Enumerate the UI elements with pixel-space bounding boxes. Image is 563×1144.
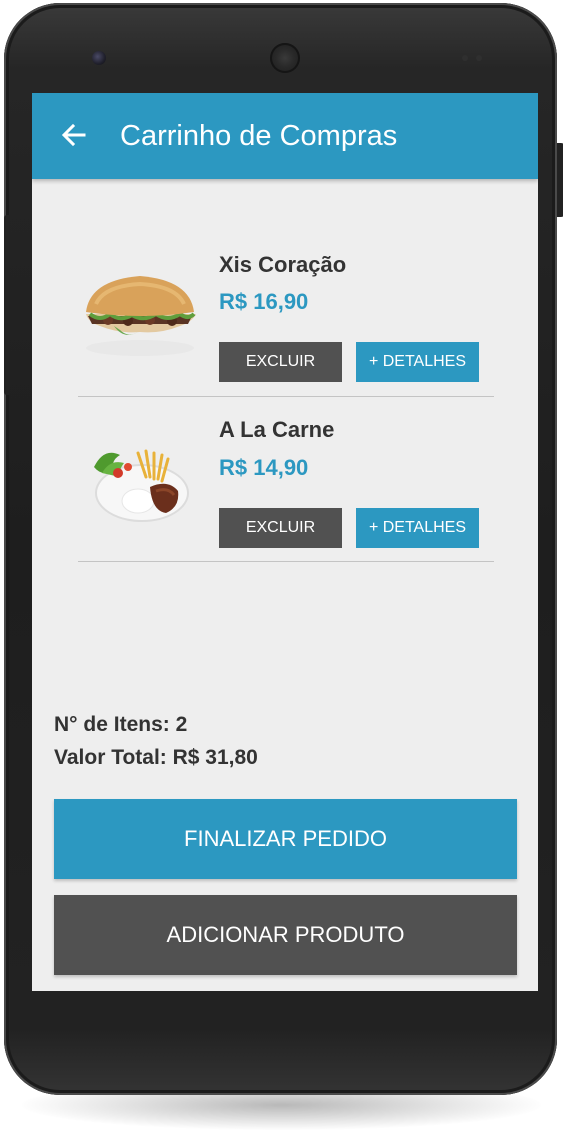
items-count: N° de Itens: 2 — [54, 713, 188, 736]
burger-image — [86, 276, 196, 356]
checkout-button[interactable]: FINALIZAR PEDIDO — [54, 799, 517, 879]
cart-item: A La Carne R$ 14,90 EXCLUIR + DETALHES — [78, 397, 494, 562]
page-title: Carrinho de Compras — [120, 120, 398, 152]
sensor-icon — [462, 55, 468, 61]
app-screen: Carrinho de Compras Xis Coração R$ 16,90… — [32, 93, 538, 991]
phone-frame: Carrinho de Compras Xis Coração R$ 16,90… — [4, 3, 563, 1095]
item-details-button[interactable]: + DETALHES — [356, 342, 479, 382]
front-camera-icon — [92, 51, 106, 65]
cart-item: Xis Coração R$ 16,90 EXCLUIR + DETALHES — [78, 232, 494, 397]
app-bar: Carrinho de Compras — [32, 93, 538, 179]
item-name: Xis Coração — [219, 252, 347, 277]
item-price: R$ 16,90 — [219, 289, 309, 314]
arrow-left-icon[interactable] — [60, 121, 88, 149]
item-price: R$ 14,90 — [219, 455, 309, 480]
sensor-icon — [476, 55, 482, 61]
total-value: Valor Total: R$ 31,80 — [54, 746, 258, 769]
power-button — [557, 143, 563, 217]
add-product-button[interactable]: ADICIONAR PRODUTO — [54, 895, 517, 975]
meat-plate-image — [94, 449, 189, 522]
volume-button — [4, 215, 10, 395]
remove-item-button[interactable]: EXCLUIR — [219, 342, 342, 382]
remove-item-button[interactable]: EXCLUIR — [219, 508, 342, 548]
earpiece-speaker-icon — [270, 43, 300, 73]
item-details-button[interactable]: + DETALHES — [356, 508, 479, 548]
item-name: A La Carne — [219, 417, 335, 442]
